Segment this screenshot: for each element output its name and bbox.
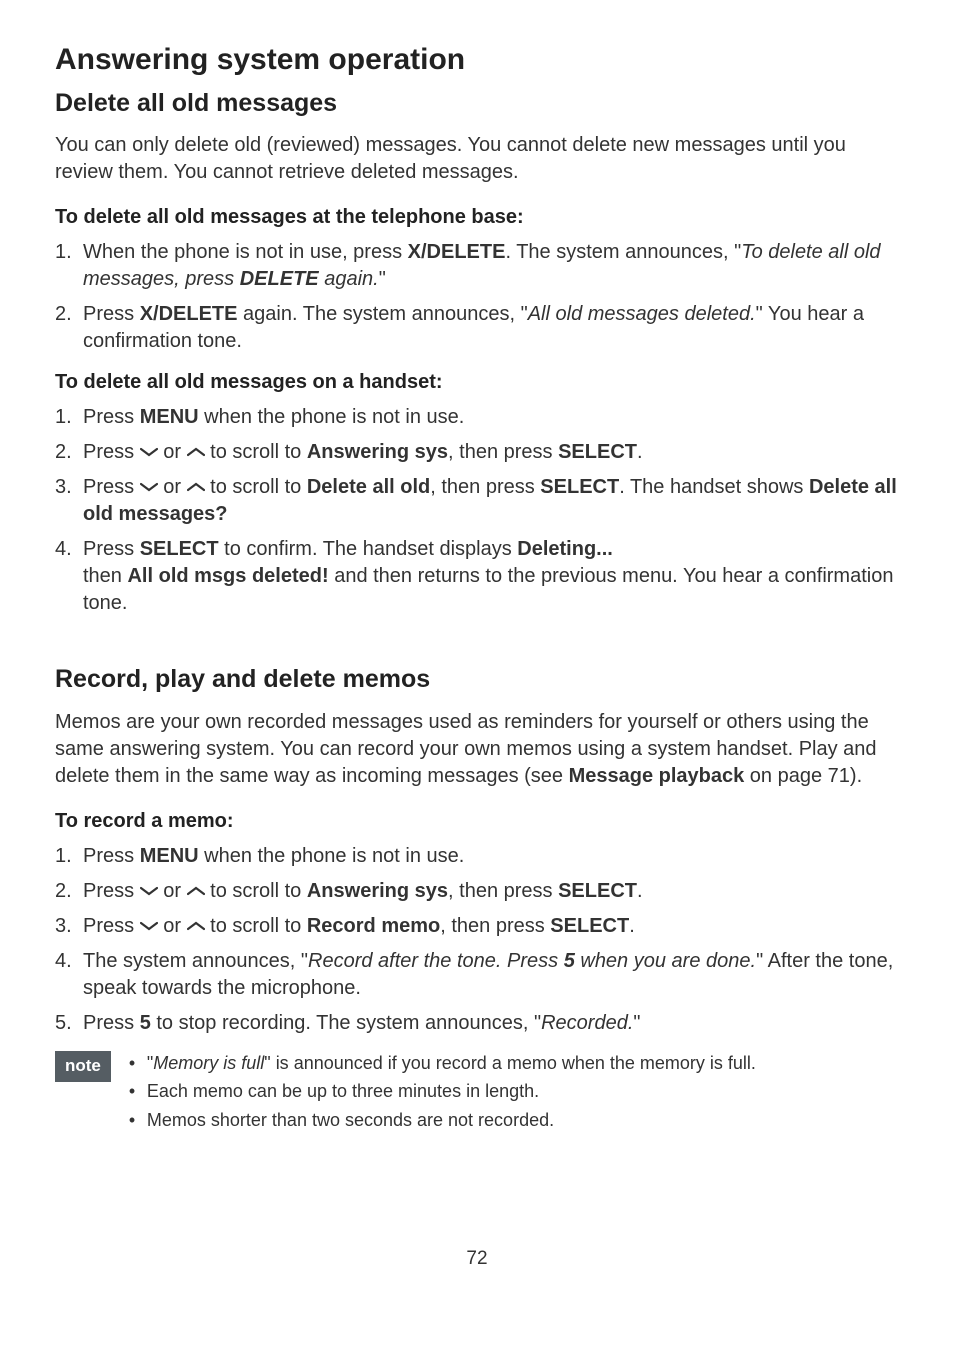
note-list: "Memory is full" is announced if you rec… — [125, 1051, 756, 1136]
section-heading-memos: Record, play and delete memos — [55, 663, 899, 697]
list-item: Memos shorter than two seconds are not r… — [125, 1108, 756, 1132]
chevron-down-icon — [140, 481, 158, 493]
list-item: 2.Press or to scroll to Answering sys, t… — [55, 439, 899, 466]
intro-paragraph: Memos are your own recorded messages use… — [55, 709, 899, 790]
list-item: 1.Press MENU when the phone is not in us… — [55, 404, 899, 431]
list-item: 1.Press MENU when the phone is not in us… — [55, 843, 899, 870]
list-item: 2.Press X/DELETE again. The system annou… — [55, 301, 899, 355]
page-number: 72 — [55, 1246, 899, 1272]
subheading-handset: To delete all old messages on a handset: — [55, 369, 899, 396]
list-item: 2.Press or to scroll to Answering sys, t… — [55, 878, 899, 905]
note-block: note "Memory is full" is announced if yo… — [55, 1051, 899, 1136]
chevron-up-icon — [187, 920, 205, 932]
subheading-base: To delete all old messages at the teleph… — [55, 204, 899, 231]
list-item: 3.Press or to scroll to Record memo, the… — [55, 913, 899, 940]
chevron-up-icon — [187, 481, 205, 493]
note-label: note — [55, 1051, 111, 1082]
section-heading-delete: Delete all old messages — [55, 87, 899, 121]
list-item: 4.Press SELECT to confirm. The handset d… — [55, 536, 899, 617]
list-item: 3.Press or to scroll to Delete all old, … — [55, 474, 899, 528]
chevron-down-icon — [140, 446, 158, 458]
chevron-up-icon — [187, 885, 205, 897]
page-title: Answering system operation — [55, 40, 899, 81]
chevron-down-icon — [140, 885, 158, 897]
chevron-down-icon — [140, 920, 158, 932]
intro-paragraph: You can only delete old (reviewed) messa… — [55, 132, 899, 186]
steps-handset: 1.Press MENU when the phone is not in us… — [55, 404, 899, 617]
list-item: 4.The system announces, "Record after th… — [55, 948, 899, 1002]
list-item: Each memo can be up to three minutes in … — [125, 1079, 756, 1103]
list-item: 1.When the phone is not in use, press X/… — [55, 239, 899, 293]
list-item: "Memory is full" is announced if you rec… — [125, 1051, 756, 1075]
list-item: 5.Press 5 to stop recording. The system … — [55, 1010, 899, 1037]
steps-base: 1.When the phone is not in use, press X/… — [55, 239, 899, 355]
steps-record: 1.Press MENU when the phone is not in us… — [55, 843, 899, 1037]
subheading-record: To record a memo: — [55, 808, 899, 835]
chevron-up-icon — [187, 446, 205, 458]
